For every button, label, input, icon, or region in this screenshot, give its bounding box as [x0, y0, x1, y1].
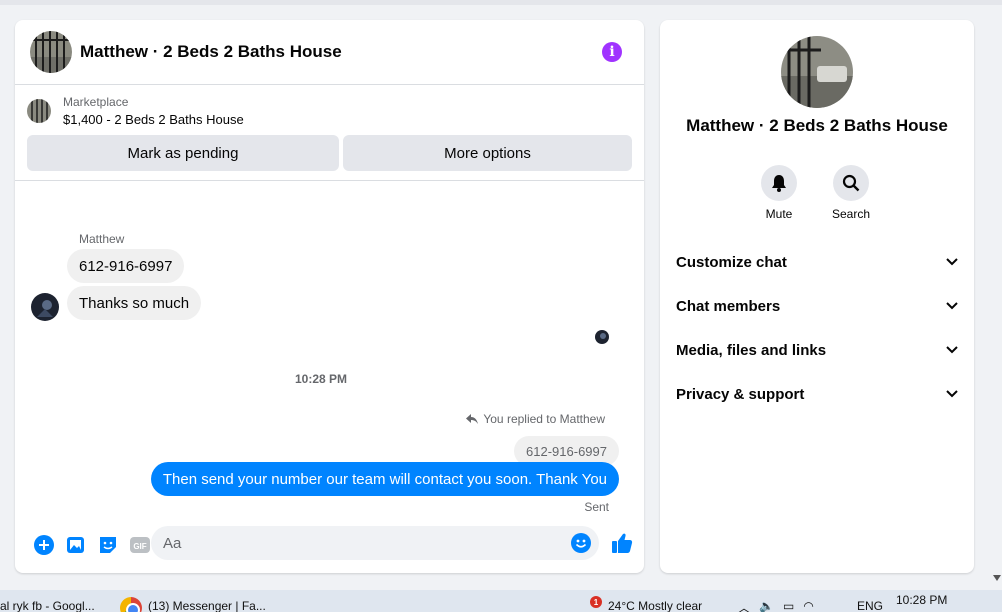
- top-strip: [0, 0, 1002, 5]
- message-scrollbar[interactable]: [642, 185, 644, 515]
- message-composer: GIF: [15, 520, 644, 570]
- sticker-icon[interactable]: [97, 534, 119, 556]
- battery-icon[interactable]: ▭: [783, 599, 794, 612]
- replied-label: You replied to Matthew: [483, 412, 605, 426]
- quick-actions: Mute Search: [760, 165, 870, 221]
- like-icon[interactable]: [611, 532, 633, 554]
- mark-as-pending-button[interactable]: Mark as pending: [27, 135, 339, 171]
- seen-indicator-avatar: [595, 330, 609, 344]
- message-timestamp: 10:28 PM: [294, 372, 348, 386]
- image-icon[interactable]: [65, 534, 87, 556]
- section-media-files-links[interactable]: Media, files and links: [668, 328, 966, 372]
- chat-title[interactable]: Matthew · 2 Beds 2 Baths House: [80, 42, 342, 62]
- system-tray[interactable]: ︿ 🔈 ▭ ◠: [738, 599, 814, 612]
- chrome-icon[interactable]: [120, 597, 142, 612]
- conversation-info-panel: Matthew · 2 Beds 2 Baths House Mute Sear…: [660, 20, 974, 573]
- wifi-icon[interactable]: ◠: [803, 599, 813, 612]
- chevron-down-icon: [946, 258, 958, 266]
- message-list[interactable]: Matthew 612-916-6997 Thanks so much 10:2…: [15, 182, 627, 517]
- marketplace-label: Marketplace: [63, 95, 129, 109]
- marketplace-listing[interactable]: Marketplace $1,400 - 2 Beds 2 Baths Hous…: [15, 85, 644, 135]
- gif-icon[interactable]: GIF: [129, 534, 151, 556]
- sender-avatar[interactable]: [31, 293, 59, 321]
- info-icon[interactable]: i: [602, 42, 622, 62]
- plus-icon[interactable]: [33, 534, 55, 556]
- section-customize-chat[interactable]: Customize chat: [668, 240, 966, 284]
- section-chat-members[interactable]: Chat members: [668, 284, 966, 328]
- chat-avatar[interactable]: [30, 31, 72, 73]
- info-avatar[interactable]: [781, 36, 853, 108]
- incoming-message[interactable]: 612-916-6997: [67, 249, 185, 283]
- search-button[interactable]: Search: [832, 165, 870, 221]
- section-privacy-support[interactable]: Privacy & support: [668, 372, 966, 416]
- weather-notification-badge: 1: [590, 596, 602, 608]
- sender-name: Matthew: [79, 232, 125, 246]
- info-title: Matthew · 2 Beds 2 Baths House: [686, 116, 948, 135]
- chat-header: Matthew · 2 Beds 2 Baths House i: [15, 20, 644, 85]
- search-label: Search: [831, 207, 871, 221]
- listing-title: $1,400 - 2 Beds 2 Baths House: [63, 112, 244, 127]
- mute-label: Mute: [765, 207, 793, 221]
- chat-panel: Matthew · 2 Beds 2 Baths House i Marketp…: [15, 20, 644, 573]
- section-label: Chat members: [676, 297, 781, 315]
- taskbar-weather[interactable]: 24°C Mostly clear: [608, 599, 702, 612]
- taskbar-item-messenger[interactable]: (13) Messenger | Fa...: [148, 599, 266, 612]
- reply-context: You replied to Matthew: [466, 412, 605, 426]
- os-taskbar: al ryk fb - Googl... (13) Messenger | Fa…: [0, 590, 1002, 612]
- svg-text:GIF: GIF: [133, 542, 146, 551]
- search-icon: [833, 165, 869, 201]
- emoji-icon[interactable]: [571, 533, 591, 553]
- page-scroll-down-arrow[interactable]: [993, 575, 1001, 581]
- reply-icon: [466, 414, 479, 424]
- listing-actions: Mark as pending More options: [27, 135, 632, 171]
- section-label: Media, files and links: [676, 341, 827, 359]
- incoming-message[interactable]: Thanks so much: [67, 286, 202, 320]
- message-status: Sent: [584, 500, 609, 514]
- language-indicator[interactable]: ENG: [857, 599, 883, 612]
- chevron-down-icon: [946, 346, 958, 354]
- chevron-down-icon: [946, 302, 958, 310]
- divider: [15, 180, 644, 181]
- info-sections: Customize chat Chat members Media, files…: [668, 240, 966, 416]
- chevron-down-icon: [946, 390, 958, 398]
- outgoing-message[interactable]: Then send your number our team will cont…: [150, 462, 619, 496]
- taskbar-item-google-search[interactable]: al ryk fb - Googl...: [0, 599, 95, 612]
- taskbar-clock[interactable]: 10:28 PM: [896, 593, 947, 607]
- message-input[interactable]: [151, 526, 599, 560]
- more-options-button[interactable]: More options: [343, 135, 632, 171]
- bell-icon: [761, 165, 797, 201]
- listing-thumbnail: [27, 99, 51, 123]
- speaker-icon[interactable]: 🔈: [759, 599, 774, 612]
- mute-button[interactable]: Mute: [760, 165, 798, 221]
- section-label: Privacy & support: [676, 385, 805, 403]
- chevron-up-icon[interactable]: ︿: [738, 599, 750, 612]
- section-label: Customize chat: [676, 253, 787, 271]
